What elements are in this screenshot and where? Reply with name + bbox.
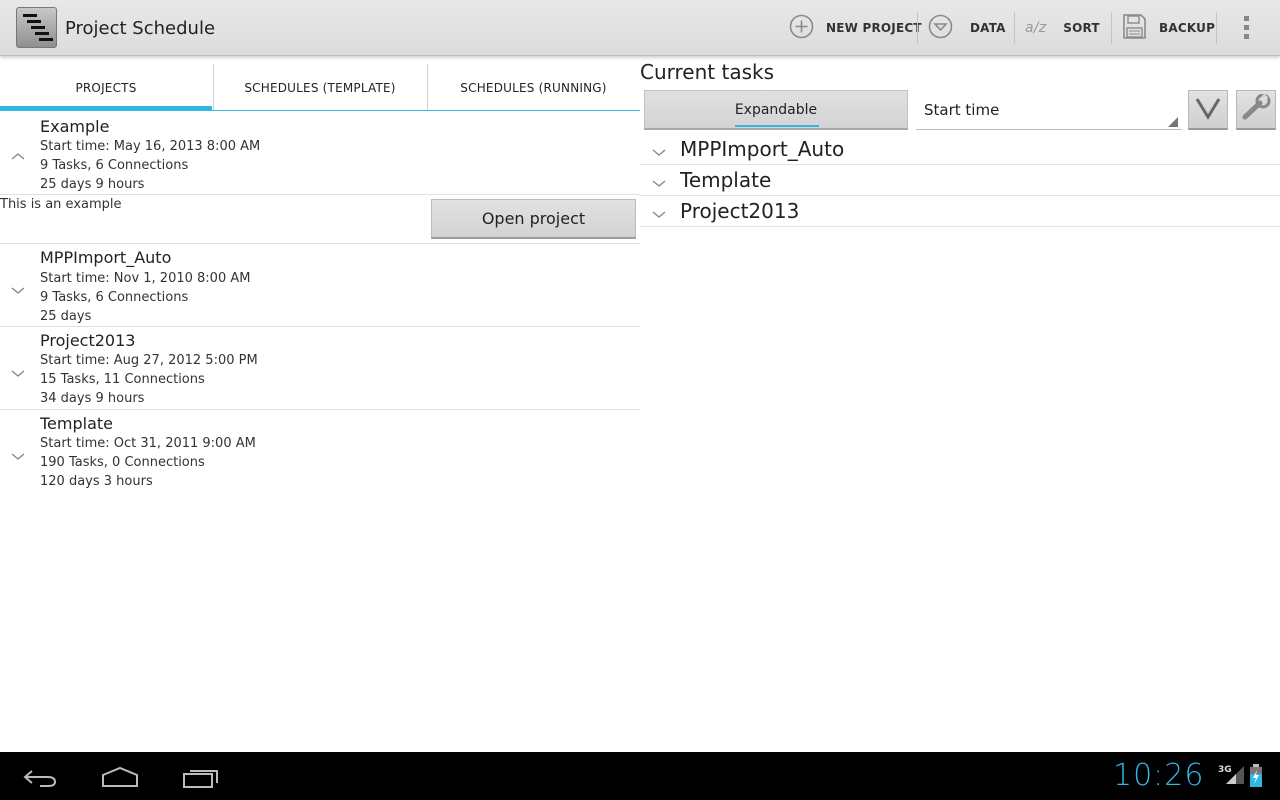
project-name: Example <box>40 117 110 136</box>
task-group-item[interactable]: MPPImport_Auto <box>640 134 1280 165</box>
project-start-time: Start time: Aug 27, 2012 5:00 PM <box>40 353 258 368</box>
expand-chevron-icon[interactable] <box>11 364 25 383</box>
status-clock[interactable]: 10:26 <box>1113 758 1204 793</box>
collapse-chevron-icon[interactable] <box>11 146 25 165</box>
sort-by-value: Start time <box>924 100 1000 119</box>
tab-projects[interactable]: PROJECTS <box>0 64 212 112</box>
backup-label: BACKUP <box>1159 21 1216 35</box>
save-disk-icon <box>1122 13 1147 43</box>
action-divider <box>1014 12 1015 44</box>
expandable-label: Expandable <box>734 101 818 118</box>
project-start-time: Start time: Oct 31, 2011 9:00 AM <box>40 436 256 451</box>
project-counts: 190 Tasks, 0 Connections <box>40 455 205 470</box>
backup-button[interactable]: BACKUP <box>1122 0 1215 56</box>
overflow-menu-icon[interactable] <box>1244 16 1250 40</box>
sort-label: SORT <box>1063 21 1100 35</box>
project-duration: 25 days <box>40 309 92 324</box>
back-icon[interactable] <box>22 768 58 792</box>
project-item[interactable]: Example Start time: May 16, 2013 8:00 AM… <box>0 112 640 195</box>
chevron-down-icon <box>1194 96 1222 124</box>
tab-schedules-running[interactable]: SCHEDULES (RUNNING) <box>427 64 640 112</box>
new-project-label: NEW PROJECT <box>826 21 922 35</box>
task-group-item[interactable]: Project2013 <box>640 196 1280 227</box>
project-counts: 9 Tasks, 6 Connections <box>40 290 189 305</box>
sort-by-spinner[interactable]: Start time <box>916 90 1182 130</box>
tab-label: PROJECTS <box>75 81 137 95</box>
project-description: This is an example <box>0 197 122 212</box>
project-name: MPPImport_Auto <box>40 248 172 267</box>
project-duration: 34 days 9 hours <box>40 391 145 406</box>
tab-schedules-template[interactable]: SCHEDULES (TEMPLATE) <box>213 64 427 112</box>
project-item[interactable]: MPPImport_Auto Start time: Nov 1, 2010 8… <box>0 244 640 327</box>
project-name: Template <box>40 414 114 433</box>
expand-chevron-icon[interactable] <box>652 205 666 224</box>
data-menu-icon <box>928 14 953 42</box>
settings-wrench-button[interactable] <box>1236 90 1276 130</box>
action-divider <box>1111 12 1112 44</box>
task-group-name: Template <box>680 168 772 192</box>
app-logo-icon[interactable] <box>16 7 57 48</box>
mode-active-indicator <box>735 125 819 127</box>
signal-strength-icon <box>1224 764 1246 790</box>
recent-apps-icon[interactable] <box>182 767 220 793</box>
project-start-time: Start time: May 16, 2013 8:00 AM <box>40 139 261 154</box>
expandable-mode-button[interactable]: Expandable <box>644 90 908 130</box>
project-name: Project2013 <box>40 331 136 350</box>
tab-active-indicator <box>0 106 212 111</box>
project-counts: 9 Tasks, 6 Connections <box>40 158 189 173</box>
action-divider <box>917 12 918 44</box>
action-divider <box>1216 12 1217 44</box>
task-group-name: MPPImport_Auto <box>680 137 845 161</box>
add-circle-icon <box>789 14 814 42</box>
task-group-item[interactable]: Template <box>640 165 1280 196</box>
action-bar: Project Schedule NEW PROJECT DATA a/z SO… <box>0 0 1280 56</box>
new-project-button[interactable]: NEW PROJECT <box>789 0 922 56</box>
open-project-button[interactable]: Open project <box>431 199 636 239</box>
project-item[interactable]: Project2013 Start time: Aug 27, 2012 5:0… <box>0 327 640 410</box>
project-counts: 15 Tasks, 11 Connections <box>40 372 205 387</box>
app-title: Project Schedule <box>65 18 216 39</box>
wrench-icon <box>1240 93 1272 126</box>
expand-chevron-icon[interactable] <box>11 447 25 466</box>
expand-chevron-icon[interactable] <box>11 281 25 300</box>
current-tasks-title: Current tasks <box>640 60 774 84</box>
data-button[interactable]: DATA <box>928 0 1006 56</box>
sort-direction-button[interactable] <box>1188 90 1228 130</box>
system-navigation-bar <box>0 752 1280 800</box>
project-duration: 120 days 3 hours <box>40 474 153 489</box>
tab-label: SCHEDULES (TEMPLATE) <box>244 81 396 95</box>
expand-chevron-icon[interactable] <box>652 174 666 193</box>
sort-button[interactable]: a/z SORT <box>1025 0 1100 56</box>
tab-bar: PROJECTS SCHEDULES (TEMPLATE) SCHEDULES … <box>0 64 640 112</box>
home-icon[interactable] <box>101 766 139 792</box>
project-start-time: Start time: Nov 1, 2010 8:00 AM <box>40 271 251 286</box>
project-duration: 25 days 9 hours <box>40 177 145 192</box>
battery-charging-icon <box>1249 764 1263 792</box>
dropdown-corner-icon <box>1168 117 1178 127</box>
project-item[interactable]: Template Start time: Oct 31, 2011 9:00 A… <box>0 410 640 493</box>
task-group-name: Project2013 <box>680 199 800 223</box>
data-label: DATA <box>970 21 1006 35</box>
expand-chevron-icon[interactable] <box>652 143 666 162</box>
tab-label: SCHEDULES (RUNNING) <box>460 81 607 95</box>
sort-az-icon: a/z <box>1025 20 1047 36</box>
